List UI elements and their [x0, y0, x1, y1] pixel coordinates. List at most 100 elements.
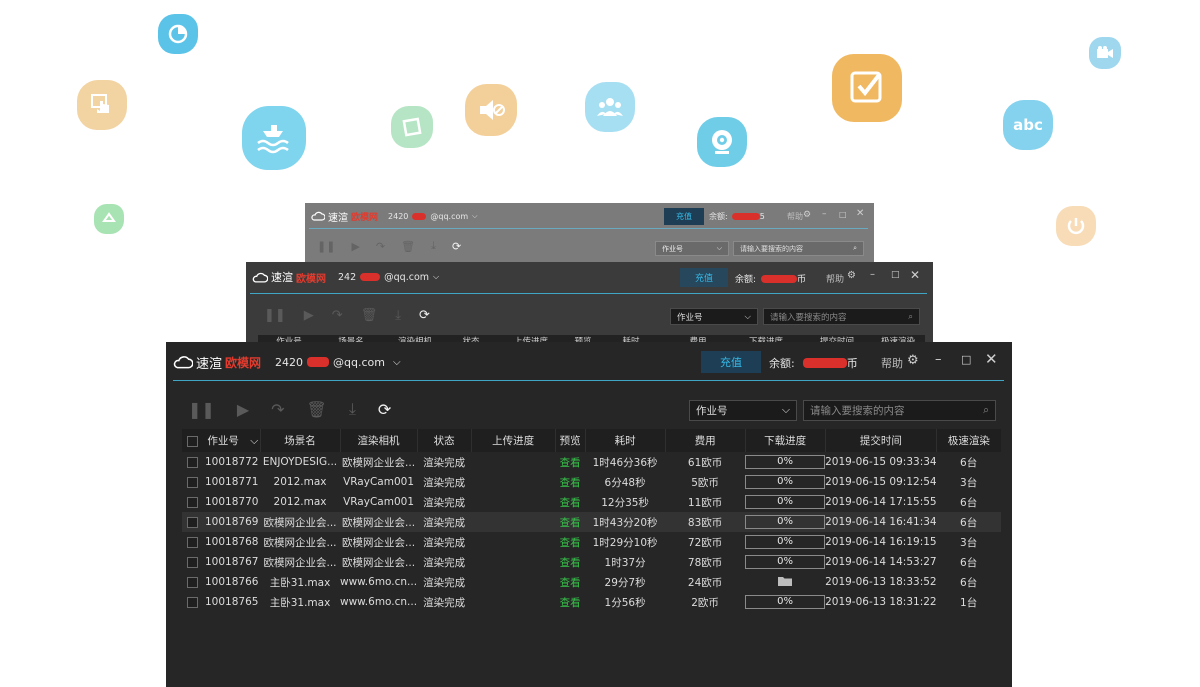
toolbar: ❚❚ ▶ ↷ 🗑 ⤓ ⟳ — [188, 399, 391, 419]
webcam-icon — [697, 117, 747, 167]
trash-icon[interactable]: 🗑 — [401, 240, 415, 253]
select-all-checkbox[interactable] — [187, 435, 198, 447]
preview-link[interactable]: 查看 — [560, 577, 581, 589]
help-link[interactable]: 帮助 — [787, 211, 803, 222]
search-input[interactable]: 请输入要搜索的内容 ⌕ — [803, 400, 996, 421]
table-row[interactable]: 10018765 主卧31.max www.6mo.cn... 渲染完成 查看 1分56秒… — [182, 592, 1001, 612]
search-field-select[interactable]: 作业号 ⌵ — [689, 400, 797, 421]
redaction — [802, 358, 847, 368]
download-icon[interactable]: ⤓ — [431, 239, 436, 253]
preview-link[interactable]: 查看 — [560, 477, 581, 489]
preview-link[interactable]: 查看 — [560, 497, 581, 509]
table-row[interactable]: 10018772 ENJOYDESIG... 欧模网企业会... 渲染完成 查看 1时46… — [182, 452, 1001, 472]
recharge-button[interactable]: 充值 — [701, 351, 761, 373]
gear-icon[interactable]: ⚙ — [847, 270, 856, 281]
account-menu[interactable]: 2420 @qq.com ⌵ — [388, 212, 477, 221]
scene-name: 主卧31.max — [269, 596, 331, 609]
close-icon[interactable]: ✕ — [856, 208, 864, 219]
search-field-select[interactable]: 作业号 ⌵ — [655, 241, 729, 256]
minimize-icon[interactable]: – — [935, 352, 942, 367]
row-checkbox[interactable] — [187, 576, 198, 588]
header-elapsed[interactable]: 耗时 — [585, 429, 666, 452]
refresh-icon[interactable]: ⟳ — [419, 308, 430, 323]
redo-icon[interactable]: ↷ — [376, 240, 385, 253]
table-row[interactable]: 10018767 欧模网企业会... 欧模网企业会... 渲染完成 查看 1时37分 78欧… — [182, 552, 1001, 572]
recharge-button[interactable]: 充值 — [680, 268, 728, 287]
header-submitted[interactable]: 提交时间 — [825, 429, 938, 452]
maximize-icon[interactable]: □ — [961, 353, 971, 366]
balance: 余额: 币 — [735, 274, 807, 285]
play-icon[interactable]: ▶ — [237, 400, 249, 419]
minimize-icon[interactable]: – — [822, 209, 827, 219]
table-row[interactable]: 10018769 欧模网企业会... 欧模网企业会... 渲染完成 查看 1时43分20秒… — [182, 512, 1001, 532]
header-job-id[interactable]: 作业号 ⌵ — [182, 429, 261, 452]
table-body: 10018772 ENJOYDESIG... 欧模网企业会... 渲染完成 查看 1时46… — [182, 452, 1001, 612]
account-suffix: @qq.com — [333, 355, 385, 369]
account-menu[interactable]: 2420 @qq.com ⌵ — [275, 356, 401, 369]
row-checkbox[interactable] — [187, 516, 198, 528]
trash-icon[interactable]: 🗑 — [307, 400, 327, 419]
row-checkbox[interactable] — [187, 556, 198, 568]
job-id: 10018769 — [205, 516, 259, 528]
header-scene[interactable]: 场景名 — [260, 429, 341, 452]
preview-link[interactable]: 查看 — [560, 557, 581, 569]
close-icon[interactable]: ✕ — [985, 350, 998, 368]
close-icon[interactable]: ✕ — [910, 268, 920, 282]
redo-icon[interactable]: ↷ — [271, 400, 284, 419]
ship-waves-icon — [242, 106, 306, 170]
row-checkbox[interactable] — [187, 536, 198, 548]
download-progress: 0% — [745, 535, 826, 549]
row-checkbox[interactable] — [187, 476, 198, 488]
row-checkbox[interactable] — [187, 596, 198, 608]
minimize-icon[interactable]: – — [870, 269, 875, 280]
header-cost[interactable]: 费用 — [665, 429, 746, 452]
pause-icon[interactable]: ❚❚ — [188, 400, 215, 419]
download-icon[interactable]: ⤓ — [349, 399, 356, 419]
pause-icon[interactable]: ❚❚ — [264, 308, 286, 323]
header-preview[interactable]: 预览 — [555, 429, 586, 452]
help-link[interactable]: 帮助 — [826, 272, 844, 285]
fast-render-count: 6台 — [960, 496, 978, 509]
play-icon[interactable]: ▶ — [304, 308, 314, 323]
checkbox-icon — [832, 54, 902, 122]
maximize-icon[interactable]: □ — [891, 270, 900, 280]
cost: 2欧币 — [691, 596, 719, 609]
folder-icon[interactable] — [777, 575, 793, 590]
download-icon[interactable]: ⤓ — [395, 308, 401, 323]
play-icon[interactable]: ▶ — [351, 240, 359, 253]
header-upload[interactable]: 上传进度 — [471, 429, 556, 452]
table-row[interactable]: 10018770 2012.max VRayCam001 渲染完成 查看 12分35秒 11… — [182, 492, 1001, 512]
brand-text: 欧模网 — [225, 355, 262, 370]
table-row[interactable]: 10018766 主卧31.max www.6mo.cn... 渲染完成 查看 29分7秒… — [182, 572, 1001, 592]
title-divider — [309, 228, 868, 229]
preview-link[interactable]: 查看 — [560, 517, 581, 529]
maximize-icon[interactable]: □ — [839, 210, 847, 219]
search-input[interactable]: 请输入要搜索的内容 ⌕ — [763, 308, 920, 325]
recharge-button[interactable]: 充值 — [664, 208, 704, 225]
header-download[interactable]: 下载进度 — [745, 429, 826, 452]
gear-icon[interactable]: ⚙ — [803, 210, 811, 220]
header-fast-render[interactable]: 极速渲染 — [936, 429, 1001, 452]
preview-link[interactable]: 查看 — [560, 537, 581, 549]
header-camera[interactable]: 渲染相机 — [340, 429, 418, 452]
scene-name: ENJOYDESIG... — [262, 456, 338, 468]
search-icon: ⌕ — [983, 404, 989, 416]
table-row[interactable]: 10018771 2012.max VRayCam001 渲染完成 查看 6分48秒 5欧币… — [182, 472, 1001, 492]
help-link[interactable]: 帮助 — [881, 355, 903, 371]
pause-icon[interactable]: ❚❚ — [317, 240, 335, 253]
trash-icon[interactable]: 🗑 — [361, 308, 378, 323]
account-menu[interactable]: 242 @qq.com ⌵ — [338, 272, 439, 283]
search-input[interactable]: 请输入要搜索的内容 ⌕ — [733, 241, 864, 256]
gear-icon[interactable]: ⚙ — [907, 353, 919, 368]
redo-icon[interactable]: ↷ — [332, 308, 343, 323]
preview-link[interactable]: 查看 — [560, 457, 581, 469]
header-status[interactable]: 状态 — [417, 429, 472, 452]
table-row[interactable]: 10018768 欧模网企业会... 欧模网企业会... 渲染完成 查看 1时29分10秒… — [182, 532, 1001, 552]
refresh-icon[interactable]: ⟳ — [378, 400, 391, 419]
row-checkbox[interactable] — [187, 456, 198, 468]
refresh-icon[interactable]: ⟳ — [452, 240, 461, 253]
users-group-icon — [585, 82, 635, 132]
row-checkbox[interactable] — [187, 496, 198, 508]
preview-link[interactable]: 查看 — [560, 597, 581, 609]
search-field-select[interactable]: 作业号 ⌵ — [670, 308, 758, 325]
